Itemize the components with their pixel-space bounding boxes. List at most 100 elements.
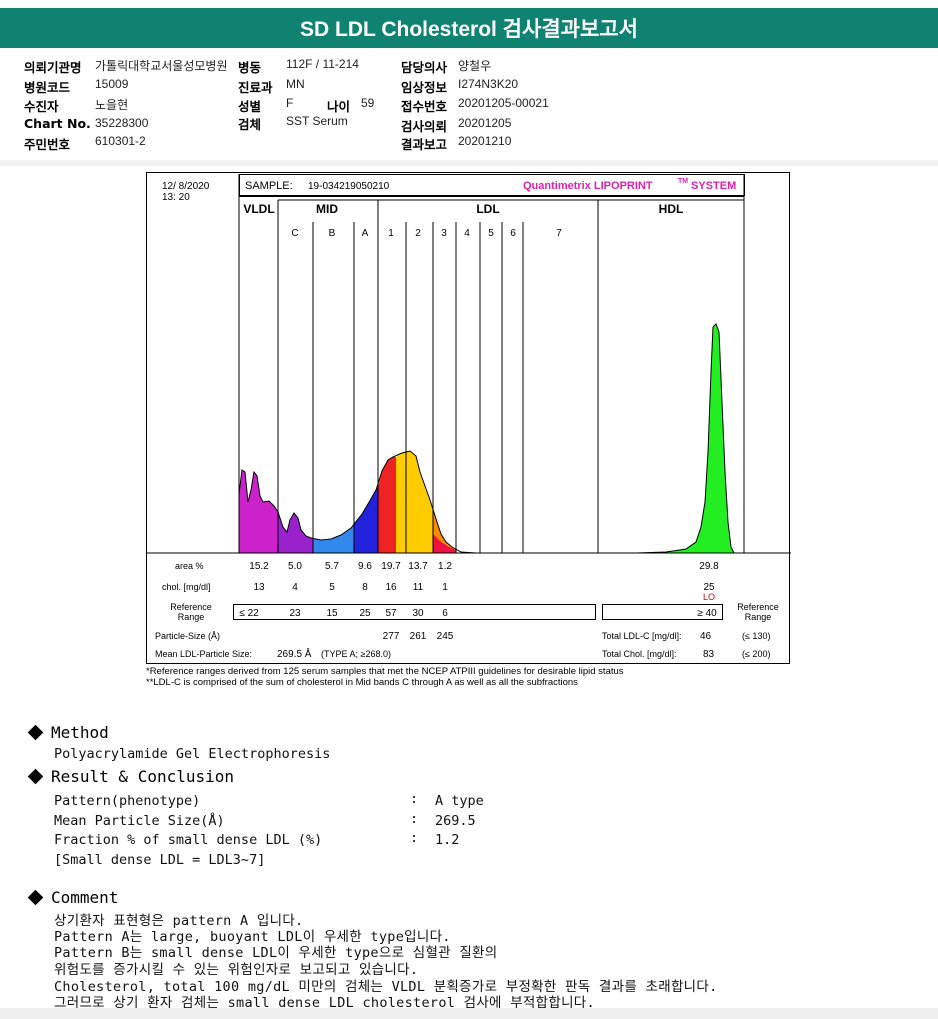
ref-a: 25 [359, 608, 371, 619]
chol-ldl3: 1 [442, 582, 448, 593]
lipoprint-svg: 12/ 8/2020 13: 20 SAMPLE: 19-03421905021… [146, 172, 791, 664]
mean-type: (TYPE A; ≥268.0) [321, 649, 391, 659]
ref-ldl1: 57 [385, 608, 397, 619]
bottom-bar [0, 1008, 938, 1019]
ref-ldl3: 6 [442, 608, 448, 619]
comment-title: Comment [51, 888, 119, 907]
result-title: Result & Conclusion [51, 767, 235, 786]
total-chol-value: 83 [703, 649, 715, 660]
diamond-bullet-icon [27, 768, 44, 785]
area-c: 5.0 [288, 561, 302, 572]
band-c: C [291, 228, 298, 239]
ref-label-right-2: Range [745, 612, 772, 622]
result-value-size: 269.5 [435, 813, 476, 829]
mean-value: 269.5 Å [277, 647, 312, 660]
brand-tail: SYSTEM [691, 180, 736, 192]
area-ldl2: 13.7 [408, 561, 428, 572]
band-5: 5 [488, 228, 494, 239]
group-mid: MID [316, 202, 338, 216]
chol-a: 8 [362, 582, 368, 593]
field-label: 담당의사 [401, 60, 448, 75]
result-sep-size: : [410, 811, 419, 827]
method-title: Method [51, 723, 109, 742]
field-label: 검사의뢰 [401, 119, 448, 134]
band-a: A [362, 228, 369, 239]
field-label: 주민번호 [24, 137, 71, 152]
field-value: 20201210 [458, 134, 512, 148]
particle-label: Particle-Size (Å) [155, 631, 220, 641]
ref-label-2: Range [178, 612, 205, 622]
total-chol-label: Total Chol. [mg/dl]: [602, 649, 677, 659]
total-ldl-value: 46 [700, 631, 712, 642]
field-value: SST Serum [286, 114, 348, 128]
band-b: B [329, 228, 336, 239]
field-value: 610301-2 [95, 134, 146, 148]
diamond-bullet-icon [27, 889, 44, 906]
field-label: 나이 [327, 99, 351, 114]
field-value: 20201205 [458, 116, 512, 130]
chart-date: 12/ 8/2020 [162, 181, 210, 192]
area-a: 9.6 [358, 561, 372, 572]
footnote-reference: *Reference ranges derived from 125 serum… [146, 666, 624, 677]
ref-vldl: ≤ 22 [239, 608, 259, 619]
chol-vldl: 13 [253, 582, 265, 593]
result-note: [Small dense LDL = LDL3~7] [54, 852, 266, 868]
result-heading: Result & Conclusion [27, 767, 235, 786]
chol-row-label: chol. [mg/dl] [162, 582, 211, 592]
result-value-fraction: 1.2 [435, 832, 460, 848]
area-ldl1: 19.7 [381, 561, 401, 572]
brand-name: Quantimetrix LIPOPRINT [523, 180, 653, 192]
group-hdl: HDL [659, 202, 684, 216]
chol-b: 5 [329, 582, 335, 593]
chol-c: 4 [292, 582, 298, 593]
field-value: 35228300 [95, 116, 149, 130]
area-ldl3: 1.2 [438, 561, 452, 572]
particle-ldl3: 245 [437, 631, 454, 642]
footnote-ldl: **LDL-C is comprised of the sum of chole… [146, 677, 578, 688]
chart-frame [146, 172, 790, 664]
field-value: MN [286, 77, 305, 91]
field-value: 112F / 11-214 [286, 57, 359, 71]
field-value: 노을현 [95, 98, 129, 112]
ref-ldl2: 30 [412, 608, 424, 619]
ref-c: 23 [289, 608, 301, 619]
field-value: 20201205-00021 [458, 96, 549, 110]
area-row-label: area % [175, 561, 204, 571]
field-label: 수진자 [24, 99, 59, 114]
group-ldl: LDL [476, 202, 499, 216]
mean-label: Mean LDL-Particle Size: [155, 649, 252, 659]
particle-ldl2: 261 [410, 631, 427, 642]
result-label-pattern: Pattern(phenotype) [54, 793, 201, 809]
ref-hdl: ≥ 40 [697, 608, 717, 619]
sample-id: 19-034219050210 [308, 181, 390, 192]
field-label: 의뢰기관명 [24, 60, 82, 75]
area-hdl: 29.8 [699, 561, 719, 572]
result-value-pattern: A type [435, 793, 484, 809]
comment-heading: Comment [27, 888, 119, 907]
diamond-bullet-icon [27, 724, 44, 741]
patient-info-header: 의뢰기관명 가톨릭대학교서울성모병원 병원코드 15009 수진자 노을현 Chart… [0, 50, 938, 161]
band-4: 4 [464, 228, 470, 239]
particle-ldl1: 277 [383, 631, 400, 642]
method-heading: Method [27, 723, 109, 742]
area-b: 5.7 [325, 561, 339, 572]
field-value: I274N3K20 [458, 77, 519, 91]
field-label: 접수번호 [401, 99, 448, 114]
group-vldl: VLDL [243, 202, 274, 216]
total-ldl-ref: (≤ 130) [742, 631, 770, 641]
ref-b: 15 [326, 608, 338, 619]
chart-time: 13: 20 [162, 192, 190, 203]
field-value: 59 [361, 96, 375, 110]
band-3: 3 [441, 228, 447, 239]
band-2: 2 [415, 228, 421, 239]
sample-label: SAMPLE: [245, 180, 293, 192]
field-label: 진료과 [238, 80, 273, 95]
ref-label-1: Reference [170, 602, 212, 612]
field-label: 병원코드 [24, 80, 71, 95]
area-vldl: 15.2 [249, 561, 269, 572]
field-label: 병동 [238, 60, 262, 75]
method-text: Polyacrylamide Gel Electrophoresis [54, 746, 331, 762]
field-label: 결과보고 [401, 137, 448, 152]
report-title: SD LDL Cholesterol 검사결과보고서 [0, 8, 938, 48]
field-value: 가톨릭대학교서울성모병원 [95, 59, 228, 73]
